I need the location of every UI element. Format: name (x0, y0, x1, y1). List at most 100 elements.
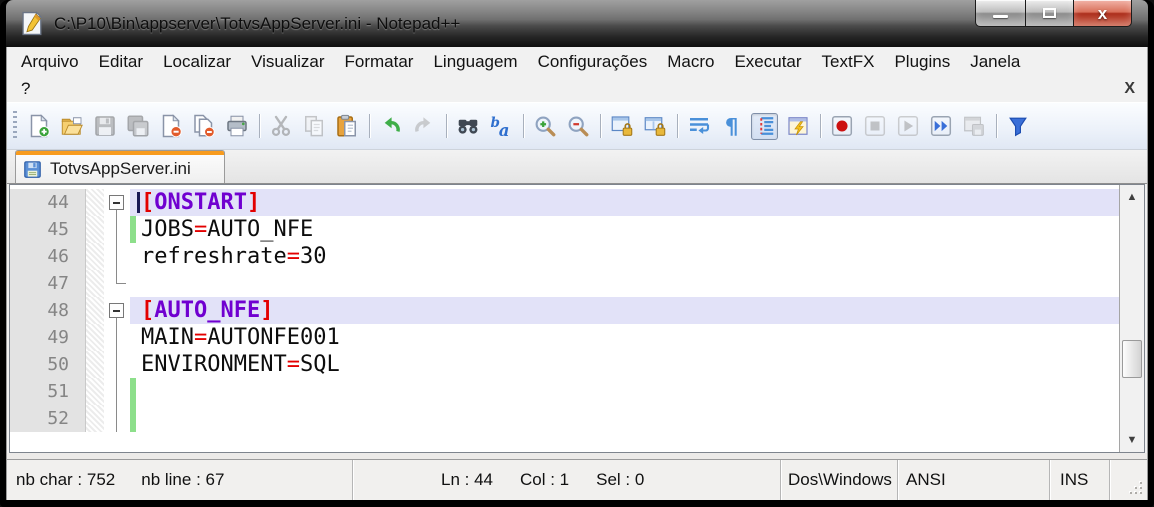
replace-button[interactable]: ba (487, 113, 514, 140)
sync-vertical-button[interactable] (608, 113, 635, 140)
undo-button[interactable] (377, 113, 404, 140)
menu-configura-es[interactable]: Configurações (528, 52, 658, 72)
bookmark-margin[interactable] (86, 243, 104, 270)
menu-linguagem[interactable]: Linguagem (423, 52, 527, 72)
editor-line-44[interactable]: 44[ONSTART] (10, 189, 1119, 216)
editor-vertical-scrollbar[interactable]: ▲ ▼ (1119, 185, 1144, 452)
menu-formatar[interactable]: Formatar (335, 52, 424, 72)
menu-help[interactable]: ? (11, 79, 40, 99)
bookmark-margin[interactable] (86, 378, 104, 405)
fold-margin[interactable] (104, 297, 130, 324)
fold-margin[interactable] (104, 189, 130, 216)
fold-collapse-box[interactable] (109, 303, 124, 318)
status-encoding-label: ANSI (906, 470, 946, 490)
bookmark-margin[interactable] (86, 324, 104, 351)
close-all-icon (192, 114, 216, 138)
save-icon (93, 114, 117, 138)
status-nb-char: nb char : 752 (16, 470, 115, 490)
status-nb-line: nb line : 67 (141, 470, 224, 490)
fold-line (116, 324, 117, 351)
redo-icon (412, 114, 436, 138)
scroll-up-button[interactable]: ▲ (1120, 185, 1144, 209)
new-file-button[interactable] (25, 113, 52, 140)
editor-lines: 44[ONSTART]45JOBS=AUTO_NFE46refreshrate=… (10, 185, 1119, 452)
toolbar-separator (600, 114, 601, 138)
macro-record-button[interactable] (828, 113, 855, 140)
code-text[interactable]: JOBS=AUTO_NFE (136, 216, 1119, 243)
code-text[interactable]: ENVIRONMENT=SQL (136, 351, 1119, 378)
status-encoding[interactable]: ANSI (897, 460, 1049, 500)
paste-button[interactable] (333, 113, 360, 140)
bookmark-margin[interactable] (86, 216, 104, 243)
window-title: C:\P10\Bin\appserver\TotvsAppServer.ini … (54, 14, 460, 34)
line-number: 50 (10, 351, 86, 378)
editor-line-51[interactable]: 51 (10, 378, 1119, 405)
code-text[interactable]: refreshrate=30 (136, 243, 1119, 270)
bookmark-margin[interactable] (86, 351, 104, 378)
menu-editar[interactable]: Editar (89, 52, 153, 72)
fold-margin (104, 324, 130, 351)
close-button[interactable]: x (1074, 0, 1132, 27)
code-text[interactable]: MAIN=AUTONFE001 (136, 324, 1119, 351)
close-file-button[interactable] (157, 113, 184, 140)
code-text[interactable]: [ONSTART] (136, 189, 1119, 216)
word-wrap-icon (687, 114, 711, 138)
zoom-out-button[interactable] (564, 113, 591, 140)
menu-plugins[interactable]: Plugins (884, 52, 960, 72)
code-text[interactable] (136, 405, 1119, 432)
code-text[interactable] (136, 270, 1119, 297)
show-all-characters-button[interactable]: ¶ (718, 113, 745, 140)
bookmark-margin[interactable] (86, 297, 104, 324)
code-text[interactable] (136, 378, 1119, 405)
editor-line-47[interactable]: 47 (10, 270, 1119, 297)
menu-janela[interactable]: Janela (960, 52, 1030, 72)
bookmark-margin[interactable] (86, 189, 104, 216)
code-text[interactable]: [AUTO_NFE] (136, 297, 1119, 324)
zoom-in-button[interactable] (531, 113, 558, 140)
resize-grip[interactable] (1129, 481, 1142, 494)
menu-executar[interactable]: Executar (724, 52, 811, 72)
fold-minus-icon (113, 310, 120, 312)
tab-totvsappserver-ini[interactable]: TotvsAppServer.ini (15, 150, 225, 183)
scroll-thumb[interactable] (1122, 340, 1142, 378)
editor-line-50[interactable]: 50 ENVIRONMENT=SQL (10, 351, 1119, 378)
status-typing-mode[interactable]: INS (1049, 460, 1109, 500)
close-document-button[interactable]: X (1124, 80, 1135, 98)
menu-localizar[interactable]: Localizar (153, 52, 241, 72)
close-all-button[interactable] (190, 113, 217, 140)
zoom-out-icon (566, 114, 590, 138)
open-file-icon (60, 114, 84, 138)
menu-textfx[interactable]: TextFX (812, 52, 885, 72)
fold-collapse-box[interactable] (109, 195, 124, 210)
fold-end-tick (116, 283, 126, 284)
editor-line-52[interactable]: 52 (10, 405, 1119, 432)
scroll-down-button[interactable]: ▼ (1120, 428, 1144, 452)
minimize-button[interactable] (975, 0, 1026, 27)
sync-horizontal-button[interactable] (641, 113, 668, 140)
word-wrap-button[interactable] (685, 113, 712, 140)
editor-line-49[interactable]: 49MAIN=AUTONFE001 (10, 324, 1119, 351)
toolbar-separator (523, 114, 524, 138)
bookmark-margin[interactable] (86, 270, 104, 297)
menu-visualizar[interactable]: Visualizar (241, 52, 334, 72)
show-indent-guide-button[interactable] (751, 113, 778, 140)
print-button[interactable] (223, 113, 250, 140)
editor-line-46[interactable]: 46refreshrate=30 (10, 243, 1119, 270)
save-all-icon (126, 114, 150, 138)
textfx-button[interactable] (1004, 113, 1031, 140)
status-grip-cell (1109, 460, 1147, 500)
user-define-dialog-button[interactable] (784, 113, 811, 140)
fold-margin (104, 378, 130, 405)
maximize-button[interactable] (1026, 0, 1074, 27)
toolbar-grip[interactable] (13, 111, 17, 141)
bookmark-margin[interactable] (86, 405, 104, 432)
menu-arquivo[interactable]: Arquivo (11, 52, 89, 72)
menu-macro[interactable]: Macro (657, 52, 724, 72)
title-bar[interactable]: C:\P10\Bin\appserver\TotvsAppServer.ini … (6, 0, 1148, 47)
editor-line-45[interactable]: 45JOBS=AUTO_NFE (10, 216, 1119, 243)
open-file-button[interactable] (58, 113, 85, 140)
editor-line-48[interactable]: 48[AUTO_NFE] (10, 297, 1119, 324)
find-button[interactable] (454, 113, 481, 140)
status-eol-format[interactable]: Dos\Windows (780, 460, 897, 500)
macro-run-multiple-button[interactable] (927, 113, 954, 140)
